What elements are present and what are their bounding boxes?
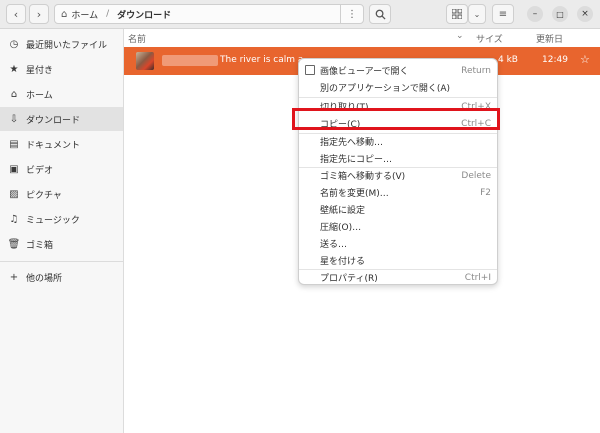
maximize-icon: □: [556, 9, 564, 19]
menu-item-label: 指定先へ移動…: [320, 138, 384, 148]
menu-item-rename[interactable]: 名前を変更(M)… F2: [299, 184, 497, 201]
menu-item-label: 星を付ける: [320, 257, 366, 267]
sidebar-item-label: ゴミ箱: [26, 240, 54, 251]
menu-item-send-to[interactable]: 送る…: [299, 235, 497, 252]
minimize-button[interactable]: –: [527, 6, 543, 22]
sidebar-item-home[interactable]: ⌂ ホーム: [0, 82, 123, 106]
filename-blurred: [162, 55, 218, 66]
download-icon: ⇩: [9, 113, 19, 125]
sidebar-item-label: ピクチャ: [26, 190, 62, 201]
menu-item-move-to-trash[interactable]: ゴミ箱へ移動する(V) Delete: [299, 167, 497, 184]
sort-chevron-icon: ⌄: [456, 31, 464, 41]
search-button[interactable]: [369, 4, 391, 24]
clock-icon: ◷: [9, 38, 19, 50]
search-icon: [375, 9, 386, 20]
column-header-modified[interactable]: 更新日: [536, 32, 563, 45]
sidebar-item-label: 星付き: [26, 65, 54, 76]
minimize-icon: –: [532, 9, 538, 19]
menu-item-label: 画像ビューアーで開く: [320, 67, 409, 77]
menu-item-open-image-viewer[interactable]: 画像ビューアーで開く Return: [299, 62, 497, 79]
main-menu-button[interactable]: ≡: [492, 4, 514, 24]
menu-item-label: 別のアプリケーションで開く(A): [320, 84, 450, 94]
sidebar-divider: [0, 261, 123, 262]
home-icon: ⌂: [61, 8, 68, 20]
close-icon: ×: [581, 9, 589, 19]
path-current[interactable]: ダウンロード: [117, 8, 171, 21]
menu-item-label: 名前を変更(M)…: [320, 189, 389, 199]
chevron-down-icon: ⌄: [473, 9, 481, 19]
music-icon: ♫: [9, 213, 19, 225]
star-icon[interactable]: ☆: [580, 53, 590, 66]
hamburger-icon: ≡: [498, 8, 508, 20]
menu-item-copy-to[interactable]: 指定先にコピー…: [299, 150, 497, 167]
menu-item-move-to[interactable]: 指定先へ移動…: [299, 133, 497, 150]
menu-item-label: 送る…: [320, 240, 348, 250]
menu-item-label: 圧縮(O)…: [320, 223, 362, 233]
sidebar: ◷ 最近開いたファイル ★ 星付き ⌂ ホーム ⇩ ダウンロード ▤ ドキュメン…: [0, 29, 124, 433]
column-header-size[interactable]: サイズ: [476, 32, 503, 45]
sidebar-item-label: ホーム: [26, 90, 53, 101]
menu-item-label: ゴミ箱へ移動する(V): [320, 172, 406, 182]
file-time: 12:49: [542, 55, 568, 65]
menu-item-open-with[interactable]: 別のアプリケーションで開く(A): [299, 79, 497, 96]
menu-item-shortcut: Return: [461, 65, 491, 76]
sidebar-item-trash[interactable]: 🗑︎ ゴミ箱: [0, 232, 123, 256]
path-home[interactable]: ホーム: [71, 8, 98, 21]
sidebar-item-label: ミュージック: [26, 215, 80, 226]
sidebar-item-downloads[interactable]: ⇩ ダウンロード: [0, 107, 123, 131]
sidebar-item-label: ビデオ: [26, 165, 54, 176]
copy-highlight-box: [292, 108, 500, 130]
menu-item-shortcut: Delete: [461, 170, 491, 181]
menu-item-shortcut: Ctrl+I: [464, 272, 491, 283]
column-headers: 名前 ⌄ サイズ 更新日: [124, 29, 600, 47]
maximize-button[interactable]: □: [552, 6, 568, 22]
image-viewer-icon: [305, 65, 315, 75]
document-icon: ▤: [9, 138, 19, 150]
star-icon: ★: [9, 63, 19, 75]
view-grid-button[interactable]: [446, 4, 468, 24]
menu-item-compress[interactable]: 圧縮(O)…: [299, 218, 497, 235]
sidebar-item-music[interactable]: ♫ ミュージック: [0, 207, 123, 231]
trash-icon: 🗑︎: [7, 238, 21, 250]
context-menu: 画像ビューアーで開く Return 別のアプリケーションで開く(A) 切り取り(…: [298, 58, 498, 285]
menu-item-label: 壁紙に設定: [320, 206, 366, 216]
sidebar-item-starred[interactable]: ★ 星付き: [0, 57, 123, 81]
plus-icon: +: [9, 271, 19, 283]
menu-item-label: プロパティ(R): [320, 274, 378, 284]
forward-button[interactable]: ›: [29, 4, 49, 24]
sidebar-item-recent[interactable]: ◷ 最近開いたファイル: [0, 32, 123, 56]
chevron-left-icon: ‹: [13, 7, 19, 21]
menu-item-label: 指定先にコピー…: [320, 155, 393, 165]
image-thumbnail: [136, 52, 154, 70]
menu-item-star[interactable]: 星を付ける: [299, 252, 497, 269]
sidebar-item-label: ドキュメント: [26, 140, 81, 151]
sidebar-item-label: 最近開いたファイル: [26, 40, 108, 51]
sidebar-item-documents[interactable]: ▤ ドキュメント: [0, 132, 123, 156]
home-icon: ⌂: [10, 88, 18, 100]
sidebar-item-other-places[interactable]: + 他の場所: [0, 265, 123, 289]
picture-icon: ▨: [9, 188, 19, 200]
sidebar-item-label: 他の場所: [26, 273, 63, 284]
menu-item-shortcut: F2: [480, 187, 491, 198]
path-menu-button[interactable]: ⋮: [340, 5, 363, 23]
menu-item-set-wallpaper[interactable]: 壁紙に設定: [299, 201, 497, 218]
sidebar-item-pictures[interactable]: ▨ ピクチャ: [0, 182, 123, 206]
close-button[interactable]: ×: [577, 6, 593, 22]
column-header-name[interactable]: 名前: [128, 32, 146, 45]
file-name: The river is calm a: [220, 55, 304, 65]
path-separator: /: [106, 9, 110, 19]
kebab-icon: ⋮: [347, 8, 357, 20]
menu-item-properties[interactable]: プロパティ(R) Ctrl+I: [299, 269, 497, 286]
video-icon: ▣: [9, 163, 19, 175]
back-button[interactable]: ‹: [6, 4, 26, 24]
path-bar[interactable]: ⌂ ホーム / ダウンロード ⋮: [54, 4, 364, 24]
grid-icon: [452, 9, 462, 19]
sidebar-item-label: ダウンロード: [26, 115, 81, 126]
view-options-button[interactable]: ⌄: [468, 4, 486, 24]
file-size: 4 kB: [498, 55, 518, 65]
sidebar-item-videos[interactable]: ▣ ビデオ: [0, 157, 123, 181]
chevron-right-icon: ›: [36, 7, 42, 21]
header-bar: ‹ › ⌂ ホーム / ダウンロード ⋮ ⌄ ≡ – □ ×: [0, 0, 600, 29]
